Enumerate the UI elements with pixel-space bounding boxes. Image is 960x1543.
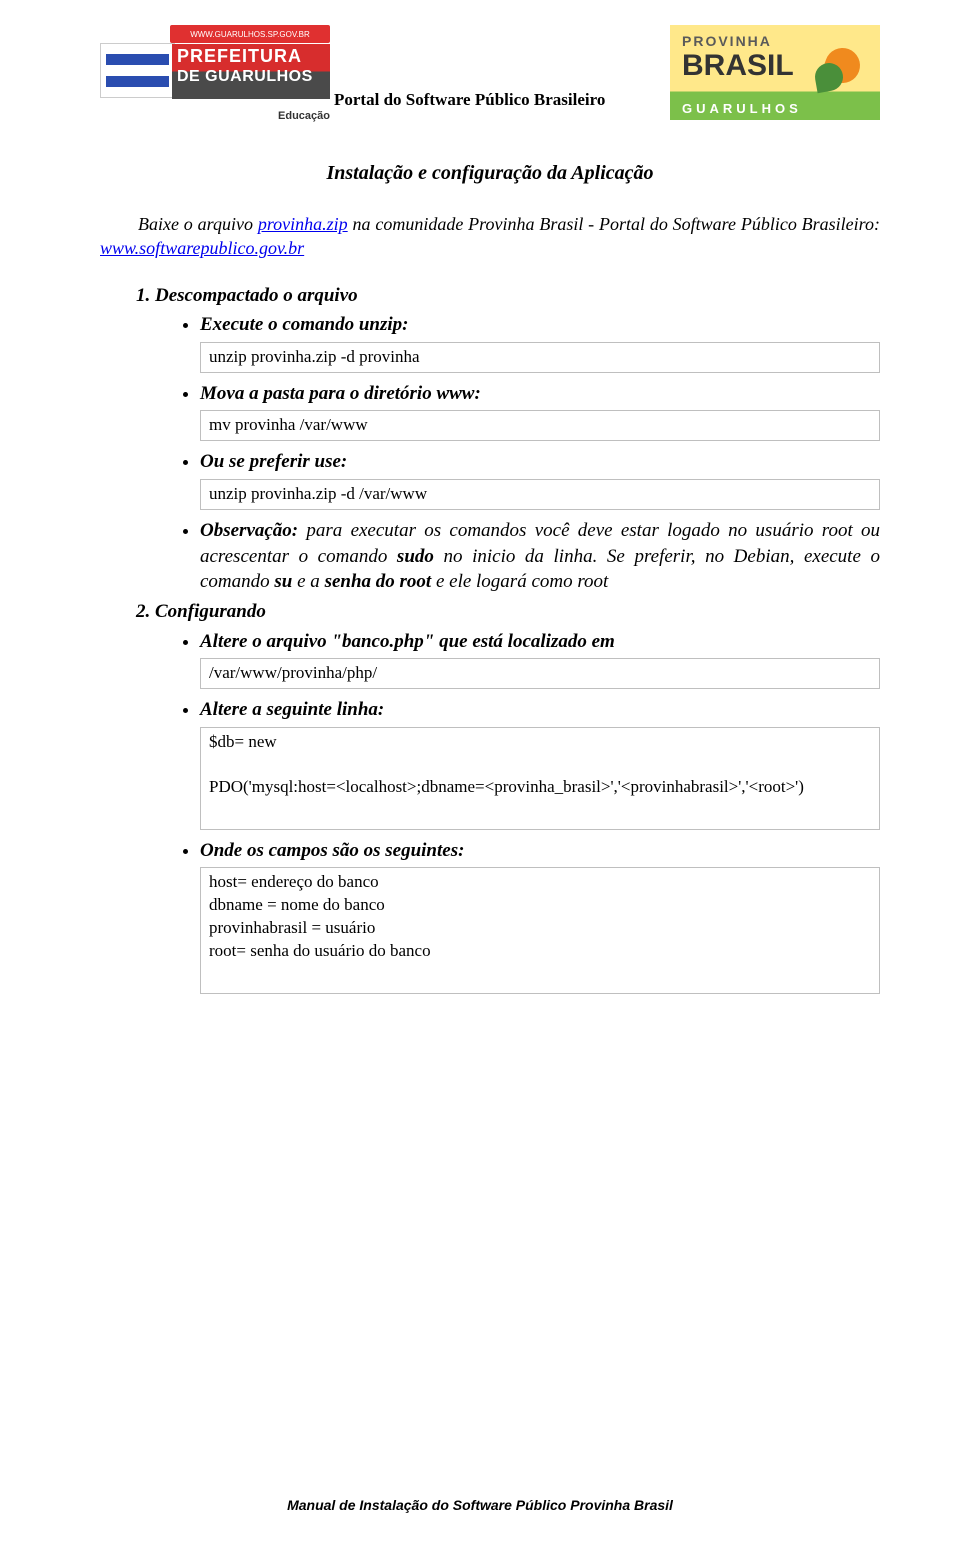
step-altere-banco: Altere o arquivo "banco.php" que está lo… [200,629,880,655]
document-title: Instalação e configuração da Aplicação [100,160,880,187]
obs-c: e a [292,571,324,592]
intro-mid: na comunidade Provinha Brasil - Portal d… [348,214,880,234]
observation: Observação: para executar os comandos vo… [200,518,880,595]
prefeitura-label: PREFEITURA DE GUARULHOS [172,44,330,99]
intro-paragraph: Baixe o arquivo provinha.zip na comunida… [100,212,880,261]
brasil-text: BRASIL [682,49,794,83]
logo-url-text: WWW.GUARULHOS.SP.GOV.BR [170,25,330,43]
code-db-line1: $db= new [209,731,871,754]
department-label: Educação [278,110,330,122]
section1-sublist: Execute o comando unzip: [155,312,880,338]
provinha-zip-link[interactable]: provinha.zip [258,214,348,234]
logo-prefeitura: WWW.GUARULHOS.SP.GOV.BR PREFEITURA DE GU… [100,25,330,120]
intro-pre: Baixe o arquivo [138,214,258,234]
step-altere-linha: Altere a seguinte linha: [200,697,880,723]
section-configurando: Configurando Altere o arquivo "banco.php… [155,599,880,994]
page-header: WWW.GUARULHOS.SP.GOV.BR PREFEITURA DE GU… [100,25,880,120]
step-mv: Mova a pasta para o diretório www: [200,381,880,407]
step-unzip: Execute o comando unzip: [200,312,880,338]
provinha-text: PROVINHA [682,33,772,49]
code-alt-unzip: unzip provinha.zip -d /var/www [200,479,880,510]
section2-sublist: Altere o arquivo "banco.php" que está lo… [155,629,880,655]
obs-senha: senha do root [325,571,432,592]
code-banco-path: /var/www/provinha/php/ [200,658,880,689]
softwarepublico-link[interactable]: www.softwarepublico.gov.br [100,238,304,258]
guarulhos-text: GUARULHOS [682,101,802,116]
document-body: Instalação e configuração da Aplicação B… [100,160,880,994]
step-campos: Onde os campos são os seguintes: [200,838,880,864]
flag-icon [100,43,175,98]
code-campos: host= endereço do banco dbname = nome do… [200,867,880,994]
pref-line1: PREFEITURA [177,47,325,65]
section2-title: Configurando [155,601,266,622]
code-mv: mv provinha /var/www [200,410,880,441]
section-descompactado: Descompactado o arquivo Execute o comand… [155,283,880,595]
portal-title: Portal do Software Público Brasileiro [330,35,670,110]
step-alt-unzip: Ou se preferir use: [200,449,880,475]
obs-su: su [274,571,292,592]
pref-line2: DE GUARULHOS [177,69,325,85]
code-db-line2: PDO('mysql:host=<localhost>;dbname=<prov… [209,776,871,799]
obs-sudo: sudo [397,546,434,567]
obs-d: e ele logará como root [431,571,608,592]
code-db-new: $db= new PDO('mysql:host=<localhost>;dbn… [200,727,880,830]
main-ordered-list: Descompactado o arquivo Execute o comand… [100,283,880,994]
page-footer: Manual de Instalação do Software Público… [0,1497,960,1513]
obs-label: Observação: [200,520,298,541]
code-unzip: unzip provinha.zip -d provinha [200,342,880,373]
swoosh-icon [815,43,870,98]
logo-provinha-brasil: PROVINHA BRASIL GUARULHOS [670,25,880,120]
section1-title: Descompactado o arquivo [155,285,358,306]
